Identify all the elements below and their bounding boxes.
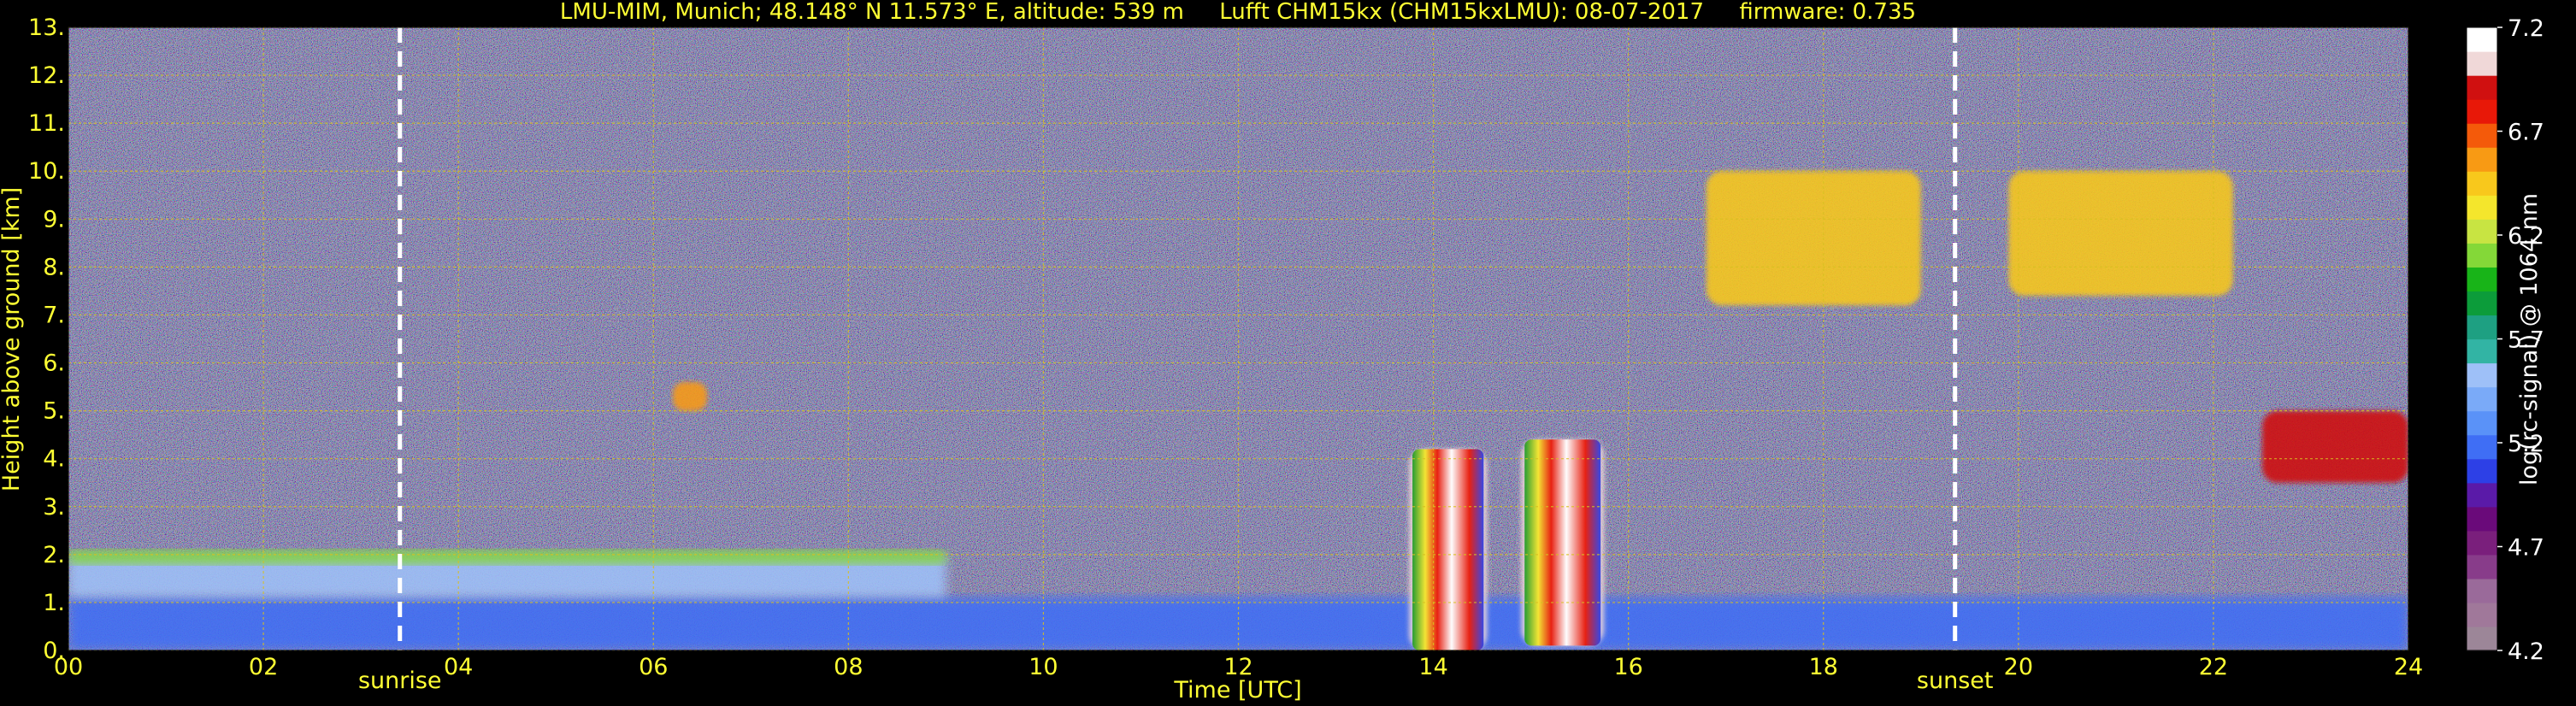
x-tick-label: 18: [1809, 654, 1838, 680]
colorbar-segment: [2467, 434, 2497, 460]
y-tick-label: 9.: [43, 206, 65, 232]
ceilometer-chart: LMU-MIM, Munich; 48.148° N 11.573° E, al…: [0, 0, 2544, 703]
x-axis-label: Time [UTC]: [1173, 677, 1301, 703]
layer-cirrus-17-19h: [1706, 171, 1921, 306]
colorbar-segment: [2467, 219, 2497, 244]
y-tick-label: 13.: [28, 15, 65, 41]
colorbar-segment: [2467, 410, 2497, 436]
y-tick-labels: 0.1.2.3.4.5.6.7.8.9.10.11.12.13.: [28, 15, 65, 664]
x-tick-label: 08: [834, 654, 863, 680]
y-tick-label: 1.: [43, 590, 65, 616]
layer-cloud-23h: [2261, 410, 2408, 483]
colorbar-segment: [2467, 99, 2497, 124]
colorbar-segment: [2467, 51, 2497, 76]
colorbar-tick-label: 4.7: [2508, 535, 2544, 562]
colorbar-segment: [2467, 195, 2497, 220]
x-tick-label: 06: [639, 654, 668, 680]
chart-title: LMU-MIM, Munich; 48.148° N 11.573° E, al…: [560, 0, 1916, 25]
x-tick-label: 24: [2394, 654, 2423, 680]
layer-cloud-14h-core: [1412, 449, 1484, 650]
y-tick-label: 5.: [43, 398, 65, 425]
colorbar-segment: [2467, 123, 2497, 148]
x-tick-label: 02: [249, 654, 278, 680]
x-tick-label: 10: [1029, 654, 1058, 680]
sunset-label: sunset: [1917, 668, 1994, 694]
layer-cloud-6h: [673, 381, 707, 411]
x-tick-label: 14: [1418, 654, 1447, 680]
y-tick-label: 3.: [43, 494, 65, 521]
colorbar-segment: [2467, 338, 2497, 364]
colorbar-segment: [2467, 386, 2497, 412]
y-tick-label: 2.: [43, 542, 65, 568]
x-tick-label: 16: [1613, 654, 1642, 680]
colorbar-tick-label: 6.7: [2508, 120, 2544, 146]
y-tick-label: 12.: [28, 62, 65, 89]
colorbar-segment: [2467, 602, 2497, 627]
colorbar-segment: [2467, 267, 2497, 292]
colorbar-segment: [2467, 315, 2497, 340]
x-tick-label: 00: [54, 654, 83, 680]
colorbar-segment: [2467, 554, 2497, 580]
x-tick-label: 04: [444, 654, 473, 680]
layer-cloud-15h-core: [1524, 439, 1601, 646]
y-tick-label: 7.: [43, 302, 65, 328]
y-tick-label: 11.: [28, 110, 65, 137]
colorbar-segment: [2467, 626, 2497, 651]
colorbar-segment: [2467, 243, 2497, 268]
colorbar-segment: [2467, 362, 2497, 388]
colorbar-tick-label: 7.2: [2508, 15, 2544, 42]
colorbar-label: log(rc-signal) @ 1064 nm: [2516, 193, 2543, 485]
y-tick-label: 6.: [43, 350, 65, 377]
colorbar-segment: [2467, 578, 2497, 603]
colorbar-tick-label: 4.2: [2508, 638, 2544, 665]
sunrise-label: sunrise: [358, 668, 442, 694]
y-axis-label: Height above ground [km]: [0, 187, 25, 491]
y-tick-label: 10.: [28, 158, 65, 185]
colorbar: [2466, 26, 2498, 651]
layer-residual-layer-top: [68, 550, 946, 565]
colorbar-segment: [2467, 530, 2497, 556]
colorbar-segment: [2467, 482, 2497, 508]
colorbar-segment: [2467, 458, 2497, 484]
colorbar-segment: [2467, 75, 2497, 100]
colorbar-segment: [2467, 291, 2497, 316]
y-tick-label: 8.: [43, 254, 65, 280]
y-tick-label: 4.: [43, 446, 65, 473]
colorbar-segment: [2467, 27, 2497, 52]
colorbar-segment: [2467, 171, 2497, 196]
x-tick-label: 22: [2199, 654, 2228, 680]
x-tick-label: 20: [2004, 654, 2033, 680]
colorbar-segment: [2467, 147, 2497, 172]
layer-cirrus-20-22h: [2008, 171, 2233, 297]
colorbar-segment: [2467, 506, 2497, 532]
